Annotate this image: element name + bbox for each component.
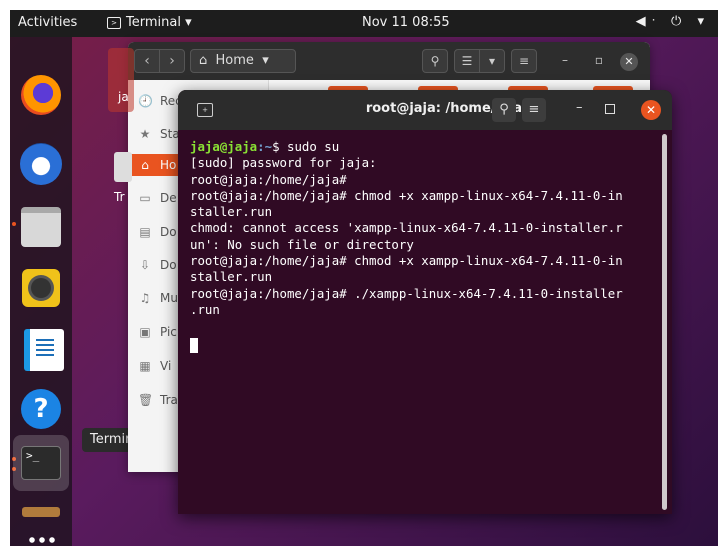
prompt-path: :~ [257, 139, 273, 154]
picture-icon: ▣ [139, 325, 151, 339]
close-button[interactable]: ✕ [641, 100, 661, 120]
minimize-button[interactable]: – [552, 49, 578, 73]
music-icon: ♫ [139, 291, 151, 305]
location-button[interactable]: ⌂ Home ▾ [190, 49, 296, 73]
running-indicator [12, 222, 16, 226]
sidebar-item-trash[interactable]: 🗑 Tra [138, 389, 178, 411]
terminal-cursor [190, 338, 198, 354]
terminal-line: .run [190, 301, 220, 317]
forward-button[interactable]: › [159, 49, 185, 73]
sidebar-item-pictures[interactable]: ▣ Pic [138, 321, 177, 343]
terminal-output[interactable]: jaja@jaja:~$ sudo su [sudo] password for… [190, 139, 660, 354]
terminal-line: un': No such file or directory [190, 236, 414, 252]
system-menu[interactable]: ◀ᐧ ⏻ ▾ [636, 14, 710, 29]
home-icon: ⌂ [141, 158, 149, 172]
rhythmbox-icon[interactable] [22, 269, 60, 307]
files-icon[interactable] [21, 207, 61, 247]
home-icon: ⌂ [199, 53, 208, 68]
terminal-headerbar: + root@jaja: /home/jaja ⚲ ≡ – ✕ [178, 90, 672, 130]
app-menu-label: Terminal ▾ [126, 15, 192, 30]
libreoffice-writer-icon[interactable] [24, 329, 64, 371]
prompt-user: jaja@jaja [190, 139, 258, 154]
terminal-dock-item[interactable]: >_ [13, 435, 69, 491]
sidebar-item-label: Do [160, 258, 177, 272]
sidebar-item-label: Ho [160, 158, 177, 172]
view-list-button[interactable]: ☰ [454, 49, 480, 73]
sidebar-item-documents[interactable]: ▤ Do [138, 221, 177, 243]
desktop-trash-icon[interactable] [114, 152, 132, 182]
top-bar: Activities > Terminal ▾ Nov 11 08:55 ◀ᐧ … [10, 10, 718, 37]
sidebar-item-music[interactable]: ♫ Mu [138, 287, 178, 309]
sidebar-item-label: Do [160, 225, 177, 239]
app-menu[interactable]: > Terminal ▾ [107, 15, 192, 30]
terminal-line: root@jaja:/home/jaja# chmod +x xampp-lin… [190, 253, 623, 269]
activities-button[interactable]: Activities [18, 15, 77, 30]
minimize-button[interactable]: – [576, 100, 583, 115]
dock: ? >_ [10, 37, 72, 546]
terminal-window: + root@jaja: /home/jaja ⚲ ≡ – ✕ jaja@jaj… [178, 90, 672, 514]
terminal-line: root@jaja:/home/jaja# chmod +x xampp-lin… [190, 187, 623, 203]
terminal-line: staller.run [190, 269, 273, 285]
star-icon: ★ [139, 127, 151, 141]
search-button[interactable]: ⚲ [422, 49, 448, 73]
terminal-line: chmod: cannot access 'xampp-linux-x64-7.… [190, 220, 623, 236]
document-icon: ▤ [139, 225, 151, 239]
download-icon: ⇩ [139, 258, 151, 272]
back-button[interactable]: ‹ [134, 49, 160, 73]
maximize-button[interactable]: ▫ [586, 49, 612, 73]
thunderbird-icon[interactable] [20, 143, 62, 185]
terminal-line: staller.run [190, 204, 273, 220]
clock-icon: 🕘 [138, 94, 153, 108]
sidebar-item-starred[interactable]: ★ Sta [138, 123, 180, 145]
terminal-small-icon: > [107, 16, 121, 29]
desktop-icon: ▭ [139, 191, 151, 205]
terminal-scrollbar[interactable] [662, 134, 667, 510]
dock-item-partial[interactable] [22, 507, 60, 517]
sidebar-item-videos[interactable]: ▦ Vi [138, 355, 171, 377]
sidebar-item-label: Sta [160, 127, 180, 141]
files-headerbar: ‹ › ⌂ Home ▾ ⚲ ☰ ▾ ≡ – ▫ ✕ [128, 42, 650, 80]
sidebar-item-label: Pic [160, 325, 177, 339]
sidebar-item-label: Vi [160, 359, 172, 373]
trash-icon: 🗑 [138, 393, 154, 407]
desktop-label: Tr [114, 190, 125, 204]
desktop: Activities > Terminal ▾ Nov 11 08:55 ◀ᐧ … [10, 10, 718, 546]
desktop-label: ja [118, 90, 129, 104]
video-icon: ▦ [139, 359, 151, 373]
close-button[interactable]: ✕ [620, 53, 638, 71]
clock[interactable]: Nov 11 08:55 [362, 15, 450, 30]
show-applications-icon[interactable] [27, 535, 55, 546]
location-label: Home [215, 53, 254, 68]
terminal-line: [sudo] password for jaja: [190, 155, 377, 171]
sidebar-item-label: De [160, 191, 177, 205]
sidebar-item-label: Mu [160, 291, 178, 305]
sidebar-item-label: Tra [160, 393, 178, 407]
chevron-down-icon: ▾ [262, 53, 269, 68]
help-icon[interactable]: ? [21, 389, 61, 429]
sidebar-item-downloads[interactable]: ⇩ Do [138, 254, 177, 276]
terminal-icon: >_ [21, 446, 61, 480]
view-options-button[interactable]: ▾ [479, 49, 505, 73]
menu-button[interactable]: ≡ [511, 49, 537, 73]
maximize-button[interactable] [605, 104, 615, 114]
terminal-line: root@jaja:/home/jaja# ./xampp-linux-x64-… [190, 285, 623, 301]
window-title: root@jaja: /home/jaja [365, 101, 522, 116]
terminal-line: root@jaja:/home/jaja# [190, 171, 347, 187]
firefox-icon[interactable] [21, 75, 61, 115]
first-command: $ sudo su [272, 139, 340, 154]
sidebar-item-desktop[interactable]: ▭ De [138, 187, 177, 209]
search-button[interactable]: ⚲ [492, 98, 516, 122]
menu-button[interactable]: ≡ [522, 98, 546, 122]
